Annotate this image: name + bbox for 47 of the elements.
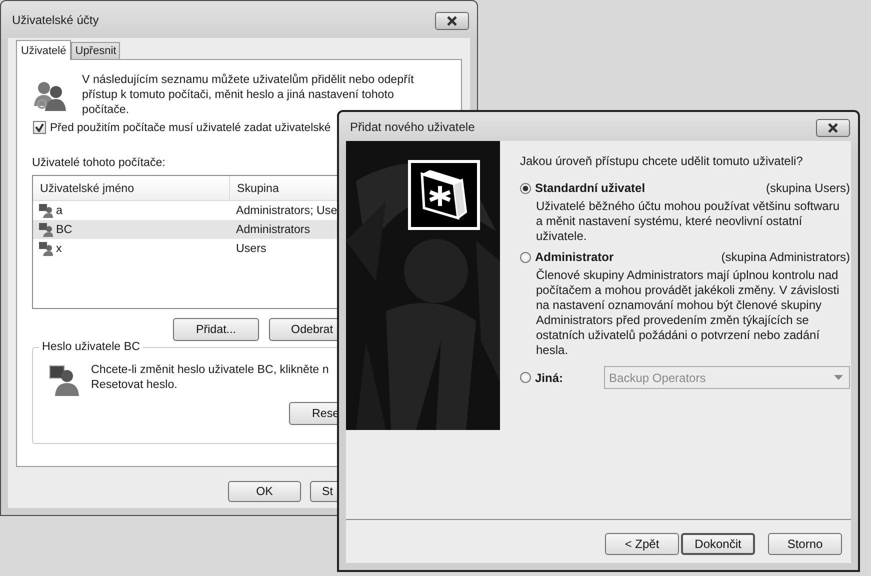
- option-label: Standardní uživatel: [535, 181, 646, 195]
- window-title: Přidat nového uživatele: [349, 120, 475, 134]
- intro-text: V následujícím seznamu můžete uživatelům přidělit nebo odepřít přístup k tomuto počítači, měnit heslo a jiná nastavení tohoto počítače.: [82, 72, 415, 117]
- table-row[interactable]: x Users: [33, 239, 451, 258]
- option-description: Uživatelé běžného účtu mohou používat většinu softwaru a měnit nastavení systému, které neovlivní ostatní uživatele.: [536, 199, 841, 244]
- table-cell: Users: [236, 242, 266, 255]
- radio-button[interactable]: [520, 182, 531, 194]
- button[interactable]: OK: [228, 481, 301, 502]
- table-cell: Administrators; Use: [236, 204, 338, 217]
- radio-button[interactable]: [520, 252, 531, 262]
- radio-button[interactable]: [520, 372, 531, 383]
- caret-icon: [834, 375, 844, 380]
- question-text: Jakou úroveň přístupu chcete udělit tomuto uživateli?: [520, 154, 804, 168]
- window-title: Uživatelské účty: [11, 12, 99, 26]
- option-description: Členové skupiny Administrators mají úplnou kontrolu nad počítačem a mohou provádět jakékoli změny. V závislosti na nastavení oznamování mohou být členové skupiny Administrators před provedením změn týkajících se ostatních uživatelů požádáni o potvrzení nebo zadání hesla.: [536, 268, 840, 358]
- close-button[interactable]: [435, 12, 469, 30]
- group-text: Chcete-li změnit heslo uživatele BC, klikněte n: [91, 362, 329, 377]
- button[interactable]: Storno: [768, 533, 842, 555]
- button[interactable]: Dokončit: [681, 533, 755, 555]
- group-note: (skupina Users): [766, 181, 850, 195]
- tab[interactable]: Uživatelé: [16, 40, 72, 60]
- user-icon: [38, 202, 54, 218]
- checkbox[interactable]: [33, 121, 46, 134]
- table-cell: a: [56, 204, 62, 217]
- option-label: Jiná:: [535, 370, 564, 384]
- table-cell: BC: [56, 223, 72, 236]
- check-icon: [35, 123, 44, 132]
- key-box-icon: [408, 160, 480, 230]
- group-title: Heslo uživatele BC: [39, 340, 143, 353]
- button[interactable]: < Zpět: [605, 533, 679, 555]
- checkbox-label: Před použitím počítače musí uživatelé zadat uživatelské: [50, 122, 331, 134]
- button[interactable]: Přidat...: [173, 318, 259, 341]
- option-label: Administrator: [535, 250, 614, 264]
- user-monitor-icon: [47, 364, 81, 398]
- close-icon: [827, 122, 839, 132]
- column-header[interactable]: Uživatelské jméno: [33, 176, 229, 200]
- close-button[interactable]: [816, 118, 850, 136]
- table-cell: x: [56, 242, 62, 255]
- table-row[interactable]: a Administrators; Use: [33, 201, 451, 220]
- tab[interactable]: Upřesnit: [71, 42, 120, 59]
- user-icon: [38, 240, 54, 256]
- user-icon: [38, 222, 54, 238]
- group-note: (skupina Administrators): [721, 250, 850, 264]
- close-icon: [446, 16, 458, 26]
- group-text: Resetovat heslo.: [91, 377, 178, 392]
- list-label: Uživatelé tohoto počítače:: [32, 156, 166, 169]
- table-cell: Administrators: [236, 223, 310, 236]
